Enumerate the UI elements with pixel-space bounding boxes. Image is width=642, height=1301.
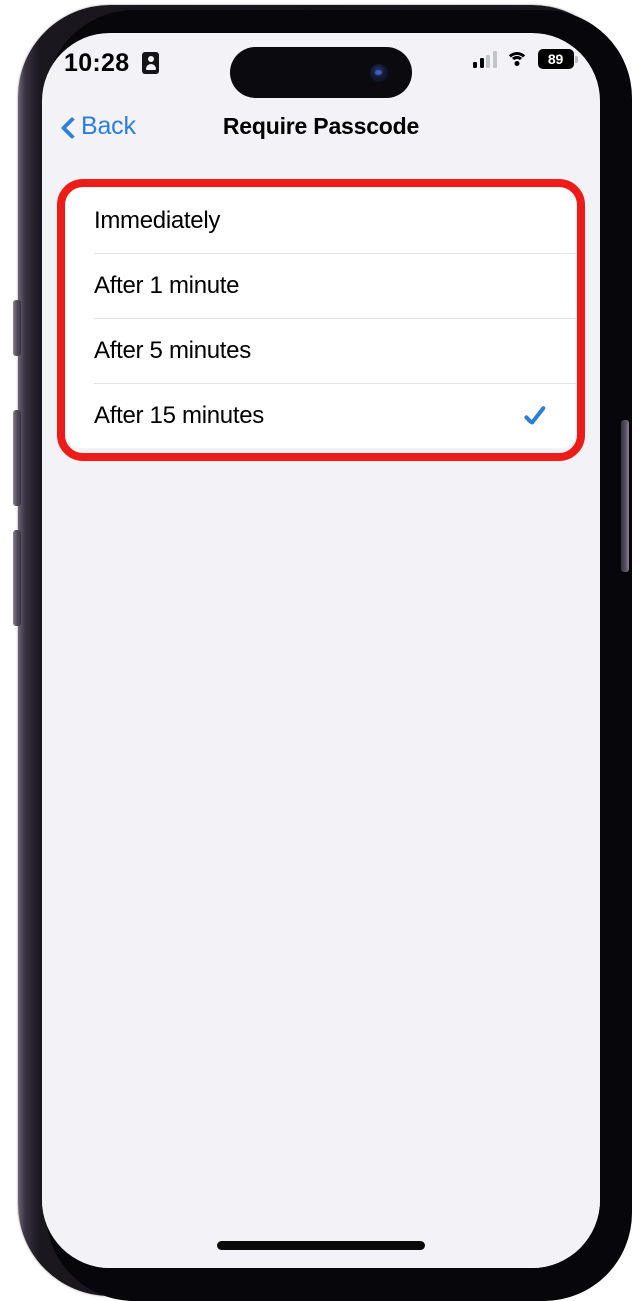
back-button-label: Back [81, 111, 136, 140]
front-camera-icon [370, 63, 388, 82]
option-row-after-5-minutes[interactable]: After 5 minutes [66, 318, 576, 383]
wifi-icon [505, 51, 529, 68]
option-label: After 5 minutes [94, 336, 251, 364]
chevron-left-icon [60, 119, 75, 134]
phone-screen: 10:28 89 Require Passcode Back Immediate… [42, 33, 600, 1268]
content-area: Immediately After 1 minute After 5 minut… [42, 157, 600, 1268]
battery-icon: 89 [537, 49, 578, 69]
option-row-after-1-minute[interactable]: After 1 minute [66, 253, 576, 318]
option-row-after-15-minutes[interactable]: After 15 minutes [66, 383, 576, 448]
option-label: Immediately [94, 206, 221, 234]
status-bar-indicators: 89 [473, 49, 578, 69]
passcode-options-list: Immediately After 1 minute After 5 minut… [66, 188, 576, 448]
action-button[interactable] [13, 300, 21, 356]
option-row-immediately[interactable]: Immediately [66, 188, 576, 253]
battery-level-label: 89 [547, 51, 564, 67]
screenshot-stage: 10:28 89 Require Passcode Back Immediate… [0, 0, 642, 1301]
checkmark-icon [522, 402, 550, 430]
dynamic-island[interactable] [230, 47, 412, 98]
status-bar-time: 10:28 [64, 49, 130, 77]
power-button[interactable] [621, 420, 629, 572]
battery-tip [575, 55, 578, 63]
volume-up-button[interactable] [13, 410, 21, 506]
cellular-signal-icon [473, 50, 497, 68]
navigation-bar: Require Passcode Back [42, 95, 600, 157]
option-label: After 15 minutes [94, 401, 264, 429]
id-badge-icon [142, 52, 159, 74]
back-button[interactable]: Back [50, 95, 146, 157]
option-label: After 1 minute [94, 271, 240, 299]
volume-down-button[interactable] [13, 530, 21, 626]
home-indicator[interactable] [217, 1241, 425, 1250]
